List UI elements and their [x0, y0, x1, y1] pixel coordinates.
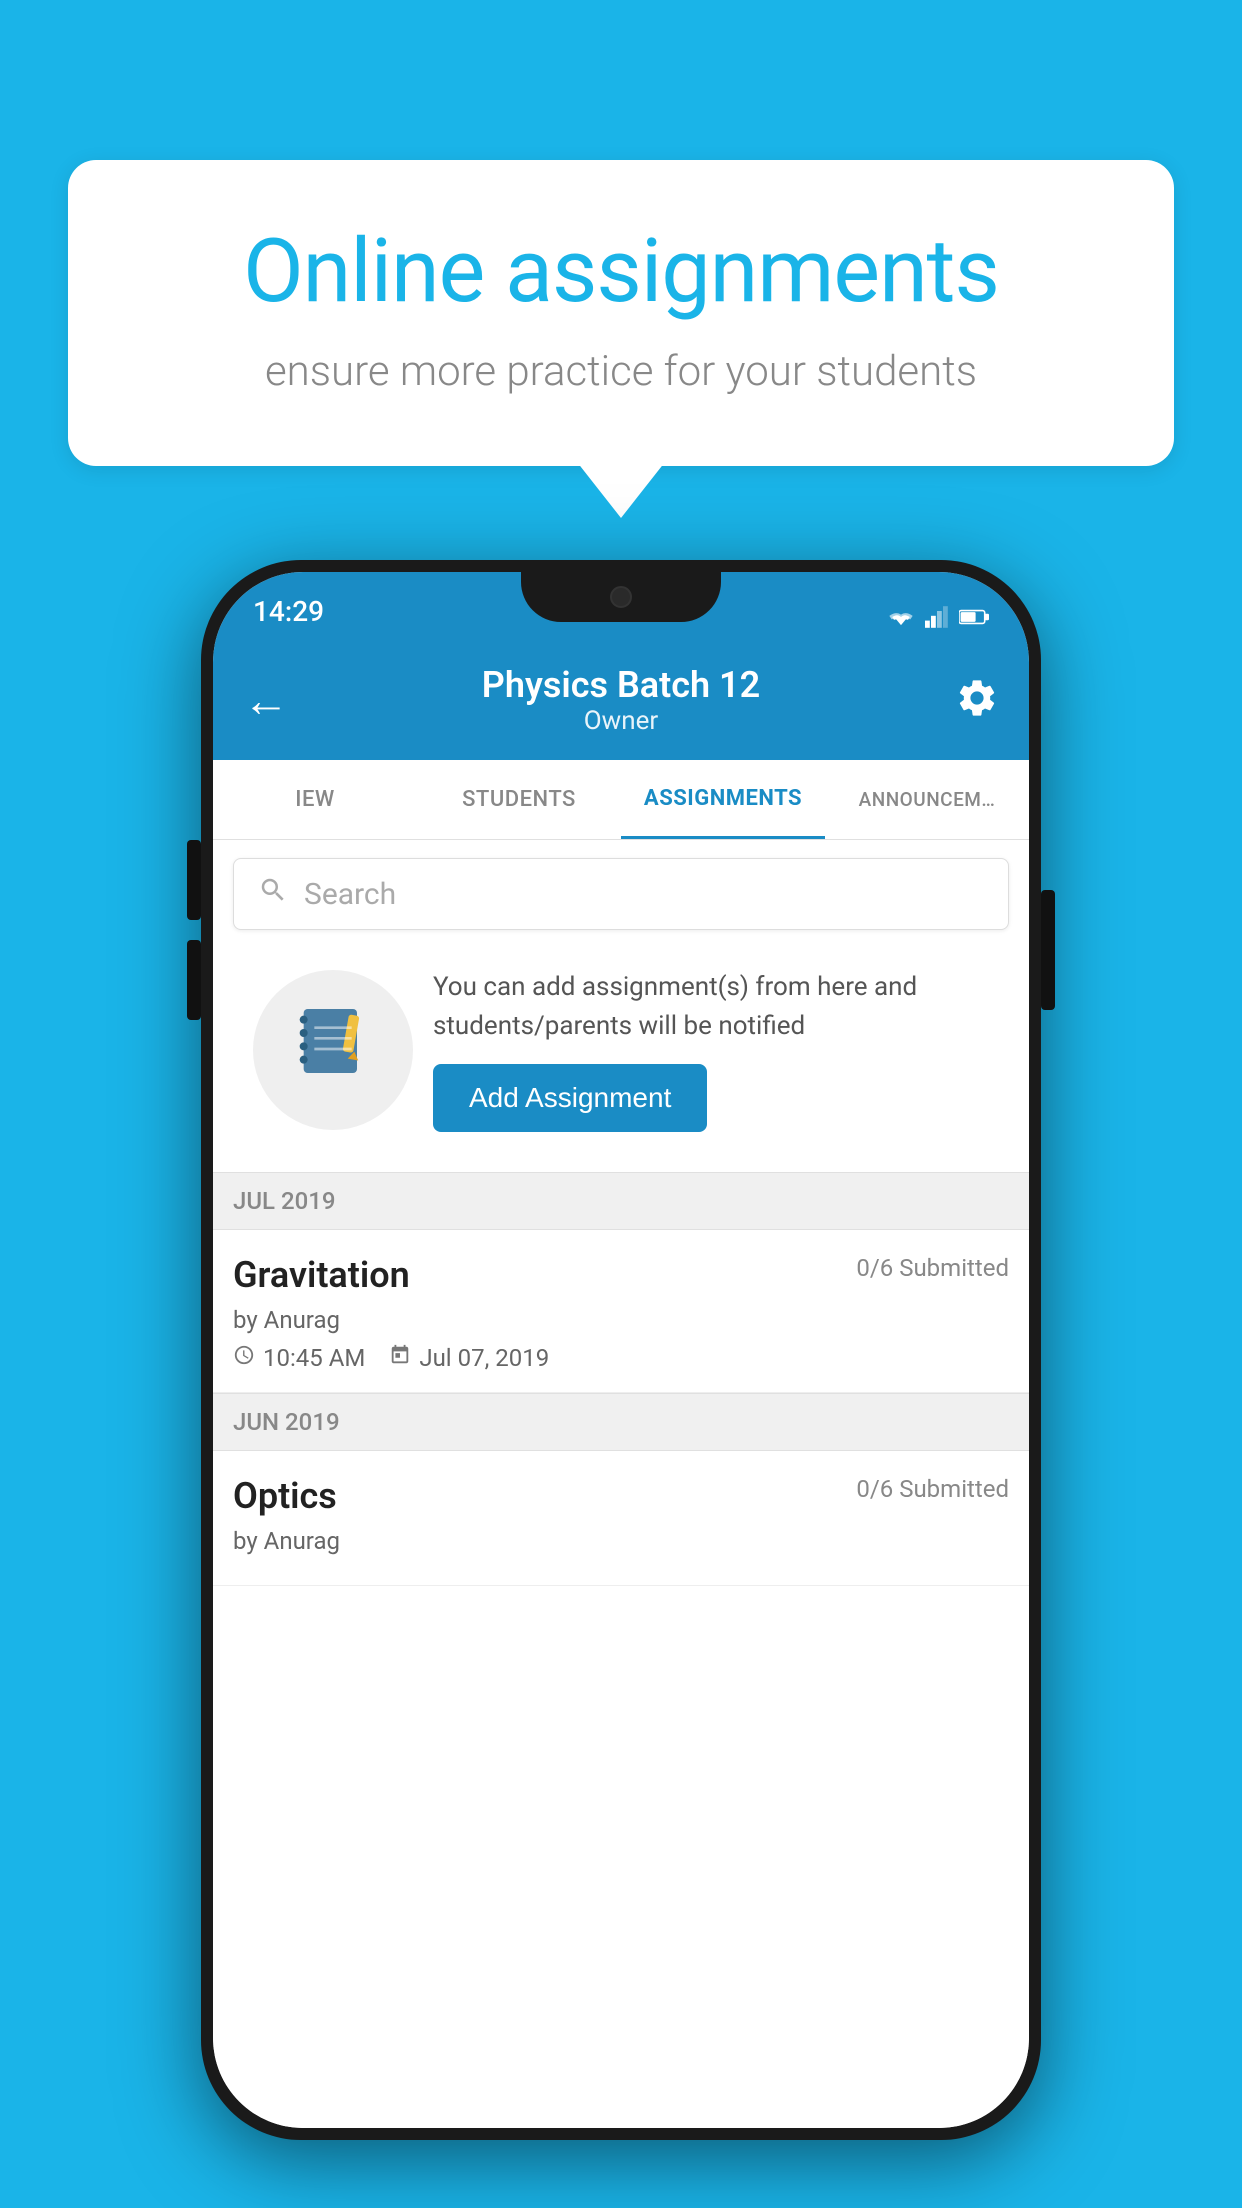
promo-description: You can add assignment(s) from here and …	[433, 968, 989, 1046]
status-icons	[887, 606, 989, 628]
speech-bubble-container: Online assignments ensure more practice …	[68, 160, 1174, 466]
settings-icon[interactable]	[955, 676, 999, 724]
back-button[interactable]: ←	[243, 673, 289, 728]
promo-card: You can add assignment(s) from here and …	[233, 948, 1009, 1152]
add-assignment-button[interactable]: Add Assignment	[433, 1064, 707, 1132]
section-divider-jun-2019: JUN 2019	[213, 1393, 1029, 1451]
assignment-item-optics[interactable]: Optics 0/6 Submitted by Anurag	[213, 1451, 1029, 1586]
section-divider-jul-2019: JUL 2019	[213, 1172, 1029, 1230]
calendar-icon	[389, 1344, 411, 1372]
assignment-header: Gravitation 0/6 Submitted	[233, 1254, 1009, 1296]
app-header: ← Physics Batch 12 Owner	[213, 640, 1029, 760]
tab-announcements[interactable]: ANNOUNCEM…	[825, 760, 1029, 839]
header-title: Physics Batch 12	[482, 664, 760, 706]
battery-icon	[959, 608, 989, 626]
wifi-icon	[887, 606, 915, 628]
tab-assignments[interactable]: ASSIGNMENTS	[621, 760, 825, 839]
phone-notch	[521, 572, 721, 622]
assignment-status-optics: 0/6 Submitted	[856, 1475, 1009, 1503]
assignment-status: 0/6 Submitted	[856, 1254, 1009, 1282]
search-icon	[258, 875, 288, 913]
power-button	[1041, 890, 1055, 1010]
assignment-title-optics: Optics	[233, 1475, 337, 1517]
phone-screen: 14:29	[213, 572, 1029, 2128]
speech-bubble-title: Online assignments	[148, 220, 1094, 323]
assignment-title: Gravitation	[233, 1254, 410, 1296]
assignment-header-optics: Optics 0/6 Submitted	[233, 1475, 1009, 1517]
promo-icon-circle	[253, 970, 413, 1130]
volume-up-button	[187, 840, 201, 920]
tab-bar: IEW STUDENTS ASSIGNMENTS ANNOUNCEM…	[213, 760, 1029, 840]
assignment-item-gravitation[interactable]: Gravitation 0/6 Submitted by Anurag 10:4…	[213, 1230, 1029, 1393]
assignment-meta-optics: by Anurag	[233, 1527, 1009, 1555]
assignment-meta: by Anurag	[233, 1306, 1009, 1334]
assignment-details: 10:45 AM Jul 07, 2019	[233, 1344, 1009, 1372]
speech-bubble: Online assignments ensure more practice …	[68, 160, 1174, 466]
notebook-icon	[293, 1001, 373, 1099]
header-title-area: Physics Batch 12 Owner	[482, 664, 760, 736]
assignment-date: Jul 07, 2019	[389, 1344, 549, 1372]
status-time: 14:29	[253, 595, 324, 628]
tab-iew[interactable]: IEW	[213, 760, 417, 839]
header-subtitle: Owner	[482, 706, 760, 736]
front-camera	[610, 586, 632, 608]
promo-text-area: You can add assignment(s) from here and …	[433, 968, 989, 1132]
signal-icon	[925, 606, 949, 628]
search-placeholder: Search	[304, 877, 396, 912]
assignment-time: 10:45 AM	[233, 1344, 365, 1372]
clock-icon	[233, 1344, 255, 1372]
tab-students[interactable]: STUDENTS	[417, 760, 621, 839]
search-bar[interactable]: Search	[233, 858, 1009, 930]
main-content: Search	[213, 840, 1029, 2128]
speech-bubble-subtitle: ensure more practice for your students	[148, 347, 1094, 396]
phone-frame: 14:29	[201, 560, 1041, 2140]
volume-down-button	[187, 940, 201, 1020]
